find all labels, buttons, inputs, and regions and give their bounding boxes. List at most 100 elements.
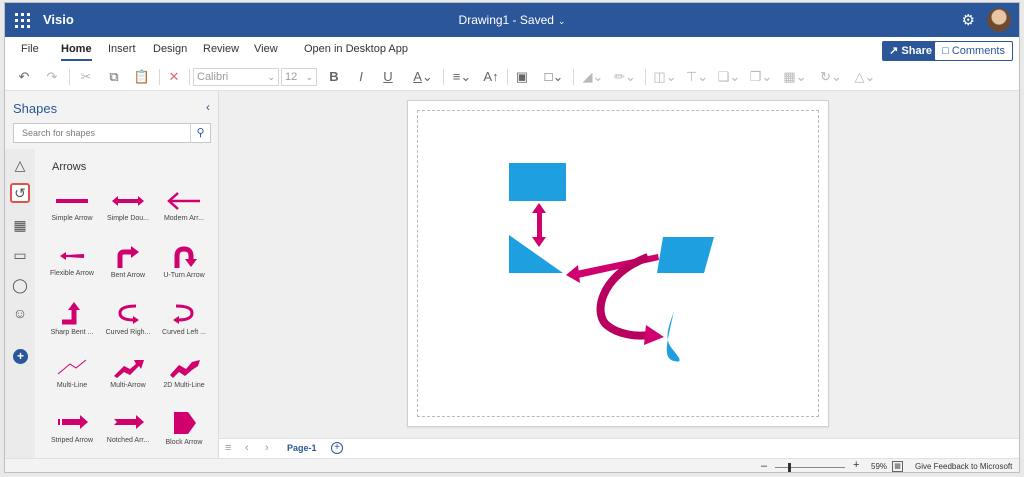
tab-design[interactable]: Design bbox=[153, 43, 187, 55]
line-icon[interactable]: ✏⌄ bbox=[611, 68, 639, 86]
stencil-label: Block Arrow bbox=[165, 439, 203, 446]
delete-icon[interactable]: ✕ bbox=[165, 68, 183, 86]
cut-icon[interactable]: ✂ bbox=[77, 68, 95, 86]
u-turn-arrow-icon bbox=[174, 246, 197, 268]
align-shapes-icon[interactable]: ⊤⌄ bbox=[683, 68, 711, 86]
feedback-link[interactable]: Give Feedback to Microsoft bbox=[915, 462, 1012, 471]
gear-icon[interactable]: ⚙ bbox=[962, 11, 975, 29]
stencil-item[interactable]: 2D Multi-Line bbox=[155, 356, 213, 408]
font-size-value: 12 bbox=[285, 71, 298, 83]
stencil-item[interactable]: Simple Arrow bbox=[43, 191, 101, 243]
stencil-item[interactable]: U-Turn Arrow bbox=[155, 246, 213, 298]
zoom-out-button[interactable]: – bbox=[761, 460, 767, 472]
stencil-item[interactable]: Notched Arr... bbox=[99, 411, 157, 463]
ribbon-tabs: File Home Insert Design Review View Open… bbox=[5, 37, 1019, 63]
stencil-label: Flexible Arrow bbox=[50, 270, 94, 277]
multi-line-icon bbox=[57, 359, 87, 375]
flowchart-stencil-icon[interactable]: ▦ bbox=[10, 215, 30, 235]
tab-file[interactable]: File bbox=[21, 43, 39, 55]
document-title[interactable]: Drawing1 - Saved ⌄ bbox=[5, 13, 1019, 27]
text-box-icon[interactable]: ▣ bbox=[513, 68, 531, 86]
callouts-stencil-icon[interactable]: ◯ bbox=[10, 275, 30, 295]
chevron-down-icon: ⌄ bbox=[557, 16, 566, 26]
stencil-item[interactable]: Sharp Bent ... bbox=[43, 301, 101, 353]
stencil-item[interactable]: Simple Dou... bbox=[99, 191, 157, 243]
search-icon[interactable]: ⚲ bbox=[190, 124, 210, 142]
basic-shapes-icon[interactable]: △ bbox=[10, 155, 30, 175]
next-page-icon[interactable]: › bbox=[265, 442, 269, 454]
redo-icon[interactable]: ↷ bbox=[43, 68, 61, 86]
stencil-item[interactable]: Block Arrow bbox=[155, 411, 213, 463]
stencil-label: Notched Arr... bbox=[106, 437, 150, 444]
share-button[interactable]: ↗ Share bbox=[882, 41, 939, 61]
double-arrow-connector[interactable] bbox=[532, 203, 546, 247]
tab-page-1[interactable]: Page-1 bbox=[287, 443, 317, 453]
stencil-label: Curved Righ... bbox=[105, 329, 151, 336]
avatar[interactable] bbox=[987, 8, 1011, 32]
modern-arrow-icon bbox=[167, 192, 200, 210]
shape-search-input[interactable]: Search for shapes ⚲ bbox=[13, 123, 211, 143]
stencil-item[interactable]: Flexible Arrow bbox=[43, 246, 101, 298]
people-stencil-icon[interactable]: ☺ bbox=[10, 303, 30, 323]
font-color-icon[interactable]: A⌄ bbox=[409, 68, 437, 86]
bold-button[interactable]: B bbox=[327, 68, 341, 86]
tab-insert[interactable]: Insert bbox=[108, 43, 136, 55]
curved-left-arrow-icon bbox=[173, 304, 194, 324]
previous-page-icon[interactable]: ‹ bbox=[245, 442, 249, 454]
tab-open-desktop[interactable]: Open in Desktop App bbox=[304, 43, 408, 55]
add-page-icon[interactable]: + bbox=[331, 442, 343, 454]
comments-button[interactable]: □ Comments bbox=[934, 41, 1013, 61]
arrows-stencil-icon[interactable]: ↺ bbox=[10, 183, 30, 203]
send-backward-icon[interactable]: ❐⌄ bbox=[747, 68, 775, 86]
add-stencil-icon[interactable]: + bbox=[13, 349, 28, 364]
fill-icon[interactable]: ◢⌄ bbox=[579, 68, 607, 86]
diagram-drawing bbox=[509, 163, 714, 362]
styles-icon[interactable]: △⌄ bbox=[851, 68, 879, 86]
tab-home[interactable]: Home bbox=[61, 43, 92, 61]
group-icon[interactable]: ▦⌄ bbox=[781, 68, 809, 86]
pages-list-icon[interactable]: ≡ bbox=[225, 442, 231, 454]
zoom-level[interactable]: 59% bbox=[871, 462, 887, 471]
paste-icon[interactable]: 📋 bbox=[133, 68, 151, 86]
stencil-label: Modern Arr... bbox=[163, 215, 205, 222]
tab-review[interactable]: Review bbox=[203, 43, 239, 55]
position-icon[interactable]: ◫⌄ bbox=[651, 68, 679, 86]
font-size-dropdown[interactable]: 12 ⌄ bbox=[281, 68, 317, 86]
fit-to-window-icon[interactable]: ▦ bbox=[892, 461, 903, 472]
stencil-item[interactable]: Bent Arrow bbox=[99, 246, 157, 298]
copy-icon[interactable]: ⧉ bbox=[105, 68, 123, 86]
zoom-slider[interactable] bbox=[775, 467, 845, 468]
stencil-item[interactable]: Modern Arr... bbox=[155, 191, 213, 243]
undo-icon[interactable]: ↶ bbox=[15, 68, 33, 86]
underline-button[interactable]: U bbox=[381, 68, 395, 86]
rectangle-shape[interactable] bbox=[509, 163, 566, 201]
document-title-text: Drawing1 - Saved bbox=[458, 13, 554, 27]
stencil-item[interactable]: Curved Left ... bbox=[155, 301, 213, 353]
chevron-down-icon: ⌄ bbox=[305, 72, 313, 82]
block-stencil-icon[interactable]: ▭ bbox=[10, 245, 30, 265]
align-icon[interactable]: ≡⌄ bbox=[449, 68, 475, 86]
stencil-item[interactable]: Curved Righ... bbox=[99, 301, 157, 353]
rotate-icon[interactable]: ↻⌄ bbox=[817, 68, 845, 86]
stencil-item[interactable]: Multi-Line bbox=[43, 356, 101, 408]
font-name-dropdown[interactable]: Calibri ⌄ bbox=[193, 68, 279, 86]
zoom-slider-thumb[interactable] bbox=[788, 463, 791, 472]
collapse-panel-icon[interactable]: ‹ bbox=[206, 100, 210, 114]
font-grow-icon[interactable]: A↑ bbox=[481, 68, 501, 86]
sharp-bent-arrow-icon bbox=[62, 302, 80, 325]
stencil-item[interactable]: Multi-Arrow bbox=[99, 356, 157, 408]
bring-forward-icon[interactable]: ❏⌄ bbox=[715, 68, 743, 86]
parallelogram-shape[interactable] bbox=[657, 237, 714, 273]
raindrop-shape[interactable] bbox=[666, 311, 680, 362]
stencil-item[interactable]: Striped Arrow bbox=[43, 411, 101, 463]
drawing-canvas[interactable] bbox=[219, 91, 1019, 438]
zoom-in-button[interactable]: + bbox=[853, 459, 859, 471]
curved-right-arrow-icon bbox=[118, 304, 139, 324]
comment-icon: □ bbox=[942, 45, 952, 57]
drawing-page[interactable] bbox=[407, 100, 829, 427]
tab-view[interactable]: View bbox=[254, 43, 278, 55]
stencil-label: Bent Arrow bbox=[110, 272, 146, 279]
shape-outline-icon[interactable]: □⌄ bbox=[541, 68, 567, 86]
multi-arrow-icon bbox=[114, 360, 144, 378]
italic-button[interactable]: I bbox=[355, 68, 367, 86]
